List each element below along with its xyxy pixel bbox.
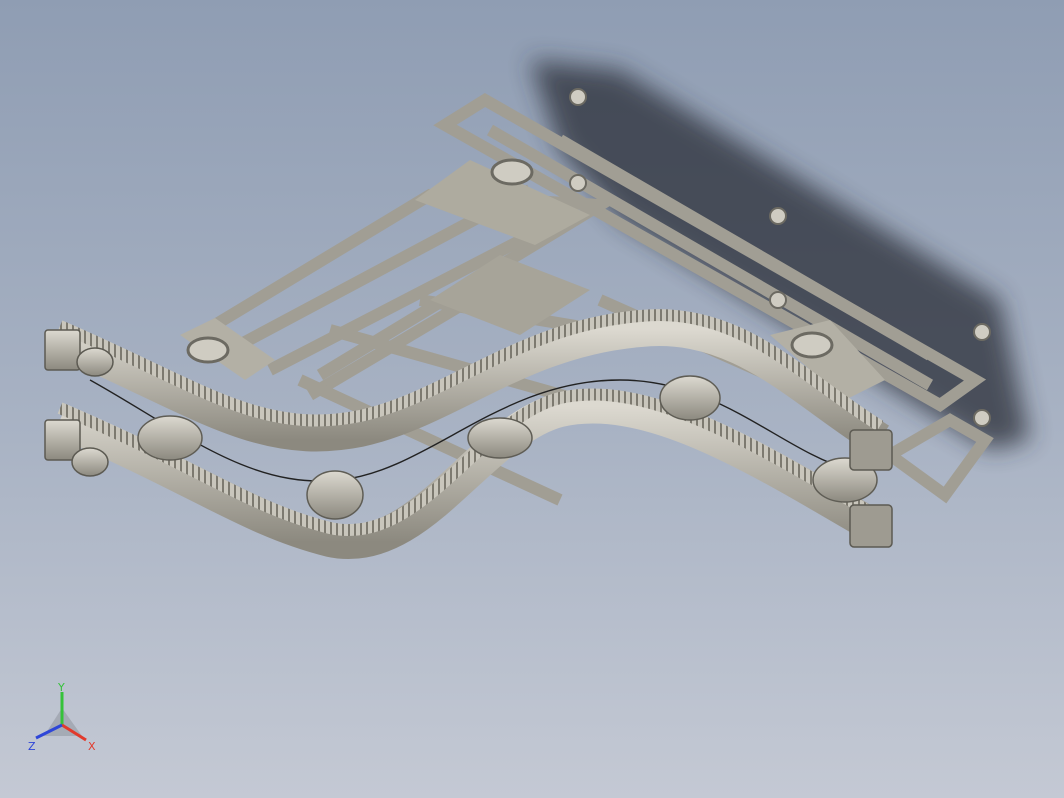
coordinate-triad: Y X Z [28,681,96,753]
y-axis-label: Y [57,681,65,694]
lower-conveyor-track [53,388,889,559]
z-axis-label: Z [28,740,36,753]
drive-motor-icon [44,329,114,477]
3d-viewport[interactable]: Y X Z [0,0,1064,798]
x-axis-label: X [88,740,96,753]
model-scene[interactable] [0,0,1064,798]
